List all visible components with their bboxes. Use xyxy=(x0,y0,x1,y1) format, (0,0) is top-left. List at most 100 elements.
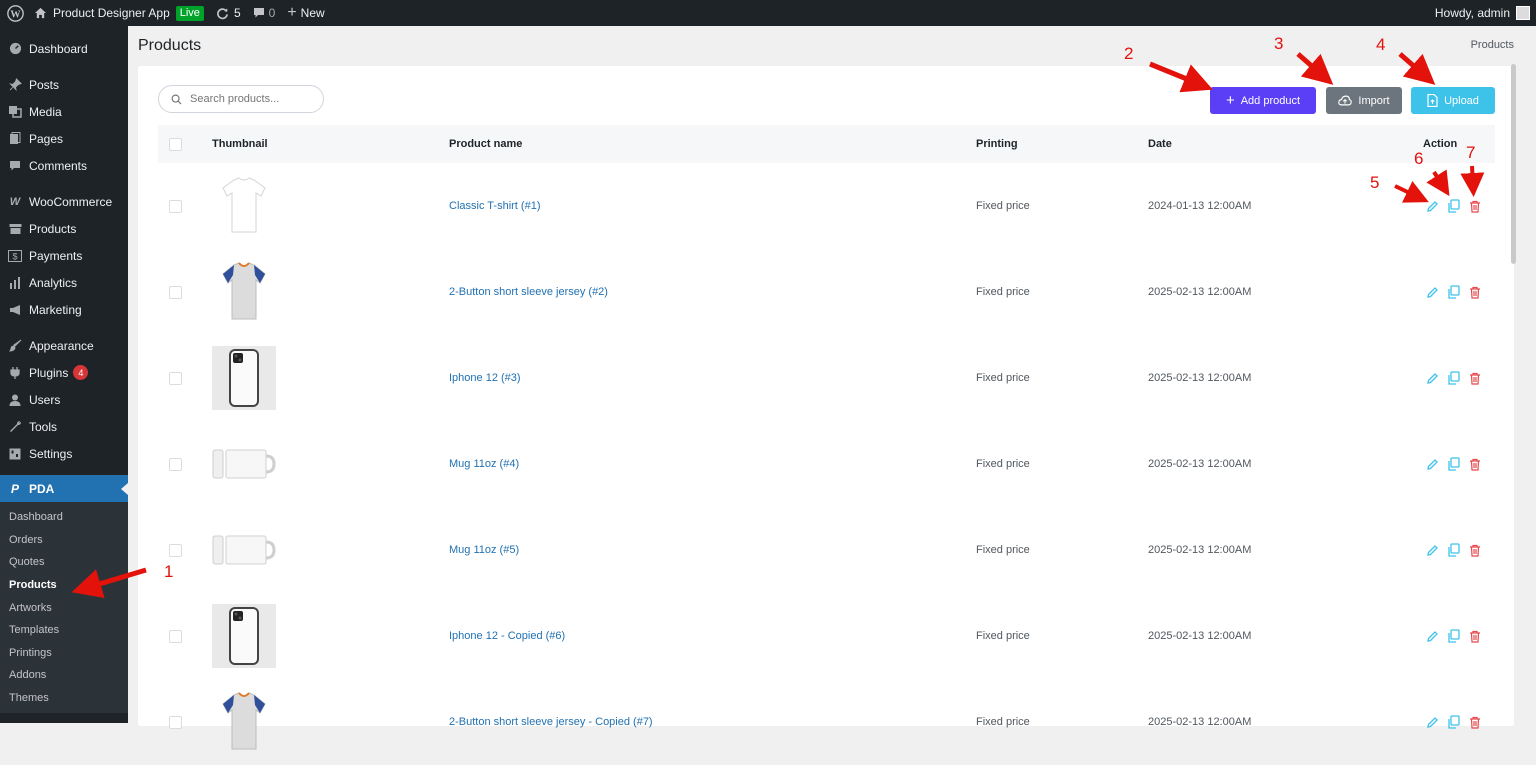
product-name-link[interactable]: Classic T-shirt (#1) xyxy=(449,163,540,249)
duplicate-icon[interactable] xyxy=(1446,629,1461,644)
product-thumbnail[interactable] xyxy=(212,518,276,582)
updates-link[interactable]: 5 xyxy=(210,0,247,26)
site-name-link[interactable]: Product Designer App Live xyxy=(28,0,210,26)
select-all-checkbox[interactable] xyxy=(169,137,182,151)
new-content-link[interactable]: + New xyxy=(281,0,330,26)
import-button[interactable]: Import xyxy=(1326,87,1402,114)
column-header-date[interactable]: Date xyxy=(1148,125,1172,163)
submenu-addons[interactable]: Addons xyxy=(0,664,128,687)
scrollbar-thumb[interactable] xyxy=(1511,64,1516,264)
sidebar-item-pda[interactable]: P PDA xyxy=(0,475,128,502)
sidebar-item-products[interactable]: Products xyxy=(0,215,128,242)
row-checkbox[interactable] xyxy=(169,715,182,729)
submenu-quotes[interactable]: Quotes xyxy=(0,551,128,574)
sidebar-item-label: WooCommerce xyxy=(29,194,113,209)
sidebar-item-payments[interactable]: $ Payments xyxy=(0,242,128,269)
sidebar-item-users[interactable]: Users xyxy=(0,386,128,413)
product-thumbnail[interactable] xyxy=(212,432,276,496)
sidebar-item-comments[interactable]: Comments xyxy=(0,152,128,179)
edit-icon[interactable] xyxy=(1425,715,1440,730)
my-account-link[interactable]: Howdy, admin xyxy=(1429,0,1536,26)
printing-value: Fixed price xyxy=(976,544,1030,556)
delete-icon[interactable] xyxy=(1467,371,1482,386)
sidebar-item-label: Marketing xyxy=(29,302,82,317)
sidebar-item-label: PDA xyxy=(29,481,55,496)
sidebar-item-woocommerce[interactable]: W WooCommerce xyxy=(0,188,128,215)
duplicate-icon[interactable] xyxy=(1446,457,1461,472)
submenu-printings[interactable]: Printings xyxy=(0,642,128,665)
sidebar-item-dashboard[interactable]: Dashboard xyxy=(0,35,128,62)
sidebar-item-pages[interactable]: Pages xyxy=(0,125,128,152)
delete-icon[interactable] xyxy=(1467,715,1482,730)
admin-bar: W Product Designer App Live 5 0 + New Ho… xyxy=(0,0,1536,26)
submenu-themes[interactable]: Themes xyxy=(0,687,128,710)
sidebar-item-label: Products xyxy=(29,221,77,236)
add-product-button[interactable]: + Add product xyxy=(1210,87,1316,114)
product-thumbnail[interactable] xyxy=(212,690,276,754)
submenu-templates[interactable]: Templates xyxy=(0,619,128,642)
media-icon xyxy=(8,105,22,119)
sidebar-item-appearance[interactable]: Appearance xyxy=(0,332,128,359)
svg-text:W: W xyxy=(10,9,21,20)
sidebar-item-media[interactable]: Media xyxy=(0,98,128,125)
printing-value: Fixed price xyxy=(976,372,1030,384)
delete-icon[interactable] xyxy=(1467,629,1482,644)
sidebar-item-settings[interactable]: Settings xyxy=(0,440,128,467)
duplicate-icon[interactable] xyxy=(1446,543,1461,558)
sidebar-item-marketing[interactable]: Marketing xyxy=(0,296,128,323)
product-name-link[interactable]: Mug 11oz (#4) xyxy=(449,421,519,507)
product-name-link[interactable]: Iphone 12 - Copied (#6) xyxy=(449,593,565,679)
column-header-printing[interactable]: Printing xyxy=(976,125,1018,163)
sidebar-item-plugins[interactable]: Plugins 4 xyxy=(0,359,128,386)
duplicate-icon[interactable] xyxy=(1446,285,1461,300)
submenu-artworks[interactable]: Artworks xyxy=(0,596,128,619)
submenu-dashboard[interactable]: Dashboard xyxy=(0,506,128,529)
delete-icon[interactable] xyxy=(1467,285,1482,300)
dashboard-icon xyxy=(8,42,22,56)
product-thumbnail[interactable] xyxy=(212,260,276,324)
product-name-link[interactable]: Iphone 12 (#3) xyxy=(449,335,521,421)
row-checkbox[interactable] xyxy=(169,285,182,299)
product-thumbnail[interactable] xyxy=(212,174,276,238)
row-checkbox[interactable] xyxy=(169,371,182,385)
delete-icon[interactable] xyxy=(1467,199,1482,214)
product-thumbnail[interactable] xyxy=(212,346,276,410)
plus-icon: + xyxy=(287,4,297,21)
breadcrumb[interactable]: Products xyxy=(1471,39,1514,51)
sidebar-item-analytics[interactable]: Analytics xyxy=(0,269,128,296)
edit-icon[interactable] xyxy=(1425,199,1440,214)
edit-icon[interactable] xyxy=(1425,629,1440,644)
delete-icon[interactable] xyxy=(1467,543,1482,558)
row-checkbox[interactable] xyxy=(169,457,182,471)
product-name-link[interactable]: 2-Button short sleeve jersey (#2) xyxy=(449,249,608,335)
edit-icon[interactable] xyxy=(1425,285,1440,300)
sidebar-item-label: Payments xyxy=(29,248,83,263)
duplicate-icon[interactable] xyxy=(1446,715,1461,730)
svg-text:$: $ xyxy=(12,251,17,261)
duplicate-icon[interactable] xyxy=(1446,199,1461,214)
column-header-product-name[interactable]: Product name xyxy=(449,125,522,163)
sidebar-item-tools[interactable]: Tools xyxy=(0,413,128,440)
edit-icon[interactable] xyxy=(1425,371,1440,386)
duplicate-icon[interactable] xyxy=(1446,371,1461,386)
search-box[interactable] xyxy=(158,85,324,113)
comments-link[interactable]: 0 xyxy=(247,0,282,26)
row-checkbox[interactable] xyxy=(169,199,182,213)
product-thumbnail[interactable] xyxy=(212,604,276,668)
products-card: + Add product Import Upload Thumbnail Pr… xyxy=(138,66,1514,750)
product-name-link[interactable]: 2-Button short sleeve jersey - Copied (#… xyxy=(449,679,653,765)
row-checkbox[interactable] xyxy=(169,543,182,557)
submenu-products[interactable]: Products xyxy=(0,574,128,597)
edit-icon[interactable] xyxy=(1425,543,1440,558)
edit-icon[interactable] xyxy=(1425,457,1440,472)
row-checkbox[interactable] xyxy=(169,629,182,643)
delete-icon[interactable] xyxy=(1467,457,1482,472)
brush-icon xyxy=(8,339,22,353)
product-name-link[interactable]: Mug 11oz (#5) xyxy=(449,507,519,593)
sidebar-item-posts[interactable]: Posts xyxy=(0,71,128,98)
admin-sidebar: Dashboard Posts Media Pages Comments W W… xyxy=(0,26,128,723)
upload-button[interactable]: Upload xyxy=(1411,87,1495,114)
search-input[interactable] xyxy=(190,93,310,105)
submenu-orders[interactable]: Orders xyxy=(0,529,128,552)
wordpress-logo-icon[interactable]: W xyxy=(2,0,28,26)
